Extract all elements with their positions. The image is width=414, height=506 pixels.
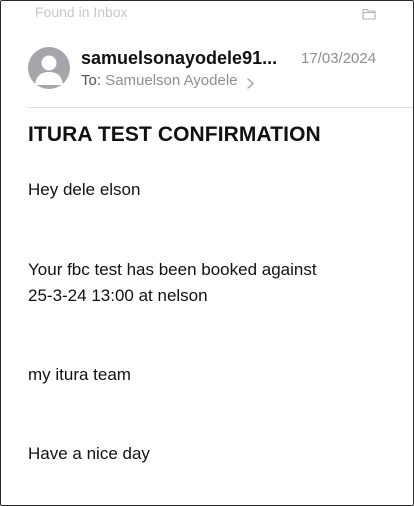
body-line: 25-3-24 13:00 at nelson (28, 286, 208, 305)
body-greeting: Hey dele elson (28, 180, 141, 199)
chevron-right-icon (246, 76, 254, 89)
sender-name[interactable]: samuelsonayodele91... (81, 48, 277, 69)
mail-window: Found in Inbox samuelsonayodele91... 17/… (0, 0, 414, 506)
body-line: Your fbc test has been booked against (28, 260, 317, 279)
folder-icon[interactable] (362, 7, 376, 20)
mailbox-location-label: Found in Inbox (35, 4, 128, 20)
message-subject: ITURA TEST CONFIRMATION (28, 123, 321, 146)
person-icon (35, 55, 63, 85)
recipient-line[interactable]: To: Samuelson Ayodele (81, 72, 254, 89)
message-header: samuelsonayodele91... 17/03/2024 To: Sam… (1, 37, 413, 107)
to-label: To: (81, 72, 102, 89)
top-bar: Found in Inbox (1, 1, 413, 25)
body-signoff: my itura team (28, 365, 131, 384)
avatar[interactable] (28, 47, 70, 89)
body-closing: Have a nice day (28, 444, 150, 463)
header-divider (28, 107, 413, 108)
recipient-name[interactable]: Samuelson Ayodele (105, 72, 237, 89)
message-date: 17/03/2024 (301, 50, 377, 67)
